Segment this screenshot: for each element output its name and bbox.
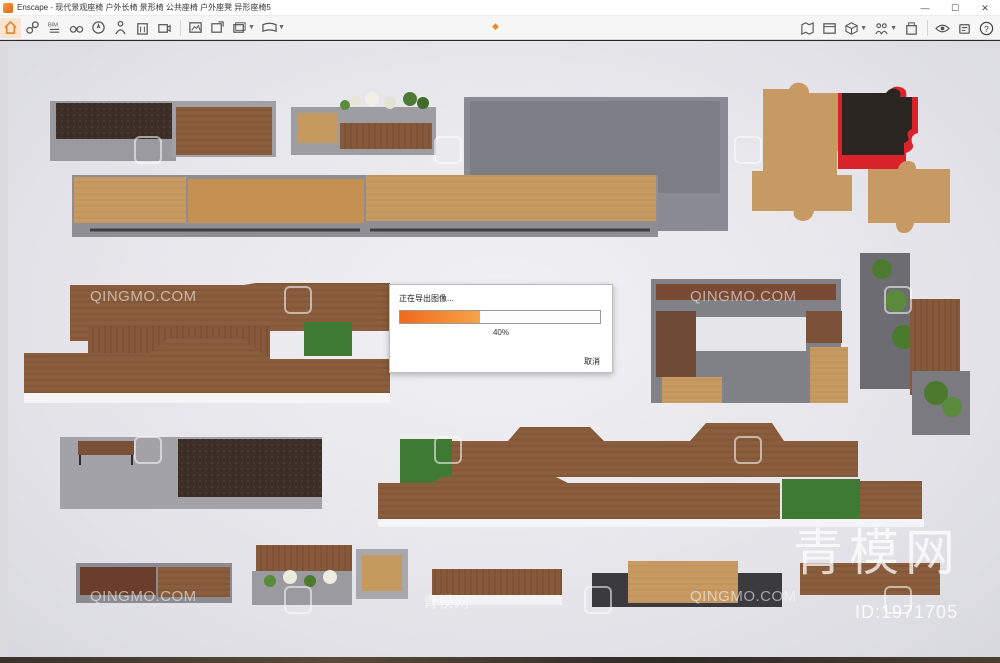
watermark-logo-icon: [734, 436, 762, 464]
panorama-icon: [262, 22, 277, 33]
toolbar-separator: [927, 20, 928, 36]
progress-bar: [399, 310, 601, 324]
desktop-background-strip: [0, 657, 1000, 663]
cube-button[interactable]: [841, 18, 862, 38]
window-controls: — ☐ ✕: [910, 0, 1000, 16]
window-title: Enscape - 现代景观座椅 户外长椅 景形椅 公共座椅 户外座凳 异形座椅…: [17, 3, 271, 12]
bim-button[interactable]: BIM: [44, 18, 65, 38]
toolbar-right-group: ▼ ▼ ?: [797, 18, 998, 38]
concrete-bench-with-soil: [60, 437, 322, 509]
map-button[interactable]: [797, 18, 818, 38]
watermark-text: QINGMO.COM: [90, 588, 197, 605]
planter-bench-soil: [50, 101, 276, 161]
eye-icon: [935, 24, 950, 32]
people-button[interactable]: [871, 18, 892, 38]
home-icon: [4, 20, 17, 34]
watermark-logo-icon: [584, 586, 612, 614]
watermark-logo-icon: [434, 136, 462, 164]
minimize-button[interactable]: —: [910, 0, 940, 16]
dropdown-caret-icon[interactable]: ▼: [278, 24, 285, 31]
dialog-title: 正在导出图像...: [399, 294, 454, 303]
model-id-label: ID:1971705: [855, 602, 959, 622]
dropdown-caret-icon[interactable]: ▼: [860, 25, 867, 32]
flower-planter-bench-2: [252, 545, 408, 605]
flower-planter-bench: [291, 92, 436, 155]
progress-percent: 40%: [492, 328, 509, 337]
batch-render-button[interactable]: [229, 18, 250, 38]
watermark-logo-icon: [434, 436, 462, 464]
orange-diamond-icon: ◆: [492, 21, 499, 31]
zigzag-bench-left: [24, 283, 390, 403]
screenshot-button[interactable]: [185, 18, 206, 38]
toolbar-separator: [180, 19, 181, 36]
link-icon: [26, 21, 39, 34]
compass-button[interactable]: [88, 18, 109, 38]
materials-icon: [906, 21, 917, 35]
export-progress-dialog: 正在导出图像... 40% 取消: [389, 284, 613, 373]
settings-button[interactable]: [954, 18, 975, 38]
viewport-left-edge: [0, 41, 8, 657]
watermark-logo-icon: [134, 136, 162, 164]
people-icon: [875, 22, 888, 34]
brand-watermark: 青模网: [793, 524, 961, 582]
link-button[interactable]: [22, 18, 43, 38]
person-button[interactable]: [110, 18, 131, 38]
map-icon: [801, 21, 814, 35]
compass-icon: [92, 21, 105, 34]
enscape-logo-icon: [3, 2, 13, 13]
watermark-logo-icon: [884, 286, 912, 314]
watermark-text: QINGMO.COM: [690, 288, 797, 305]
video-button[interactable]: [154, 18, 175, 38]
tall-planter-boxes: [860, 253, 970, 435]
watermark-logo-icon: [734, 136, 762, 164]
video-icon: [158, 24, 171, 33]
watermark-text: QINGMO.COM: [90, 288, 197, 305]
binoculars-button[interactable]: [66, 18, 87, 38]
screenshot-icon: [189, 22, 202, 33]
watermark-logo-icon: [284, 586, 312, 614]
maximize-button[interactable]: ☐: [940, 0, 970, 16]
batch-render-icon: [233, 22, 246, 33]
person-icon: [115, 20, 126, 35]
progress-bar-fill: [400, 311, 480, 323]
help-icon: ?: [979, 21, 994, 35]
cancel-button[interactable]: 取消: [584, 356, 600, 367]
dropdown-caret-icon[interactable]: ▼: [248, 24, 255, 31]
puzzle-benches: [752, 82, 950, 233]
svg-text:BIM: BIM: [48, 23, 58, 29]
panorama-button[interactable]: [259, 18, 280, 38]
watermark-text-cn: 青模网: [423, 594, 470, 611]
building-button[interactable]: [132, 18, 153, 38]
watermark-logo-icon: [134, 436, 162, 464]
toolbar: BIM ▼ ▼ ◆ ▼ ▼ ?: [0, 16, 1000, 40]
visibility-button[interactable]: [932, 18, 953, 38]
watermark-text: QINGMO.COM: [690, 588, 797, 605]
watermark-logo-icon: [284, 286, 312, 314]
title-bar: Enscape - 现代景观座椅 户外长椅 景形椅 公共座椅 户外座凳 异形座椅…: [0, 0, 1000, 16]
asset-library-button[interactable]: [819, 18, 840, 38]
dropdown-caret-icon[interactable]: ▼: [890, 25, 897, 32]
bim-icon: BIM: [48, 23, 60, 33]
export-image-button[interactable]: [207, 18, 228, 38]
cube-icon: [845, 21, 858, 35]
help-button[interactable]: ?: [976, 18, 997, 38]
close-button[interactable]: ✕: [970, 0, 1000, 16]
home-button[interactable]: [0, 17, 21, 38]
materials-button[interactable]: [901, 18, 922, 38]
asset-library-icon: [823, 22, 836, 34]
binoculars-icon: [69, 25, 84, 33]
settings-icon: [959, 23, 970, 34]
export-image-icon: [211, 21, 224, 33]
svg-text:?: ?: [984, 23, 989, 33]
building-icon: [137, 23, 148, 35]
